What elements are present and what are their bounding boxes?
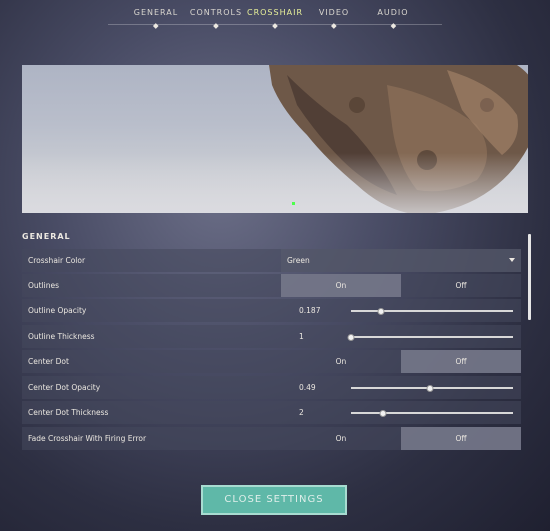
tab-crosshair[interactable]: CROSSHAIR xyxy=(246,8,304,29)
tab-controls[interactable]: CONTROLS xyxy=(189,8,243,29)
fade-crosshair-off-button[interactable]: Off xyxy=(401,427,521,450)
outlines-off-button[interactable]: Off xyxy=(401,274,521,297)
slider-handle[interactable] xyxy=(377,308,385,315)
settings-tab-bar: GENERAL CONTROLS CROSSHAIR VIDEO AUDIO xyxy=(0,0,550,30)
outline-opacity-value: 0.187 xyxy=(299,306,321,315)
setting-row-center-dot-opacity: Center Dot Opacity 0.49 xyxy=(22,376,521,399)
setting-row-center-dot: Center Dot On Off xyxy=(22,350,521,373)
slider-handle[interactable] xyxy=(347,334,355,341)
center-dot-thickness-value: 2 xyxy=(299,408,304,417)
center-dot-on-button[interactable]: On xyxy=(281,350,401,373)
close-settings-button[interactable]: CLOSE SETTINGS xyxy=(201,485,347,515)
section-title-general: GENERAL xyxy=(22,232,71,241)
settings-scrollbar[interactable] xyxy=(528,234,531,320)
tab-indicator-icon xyxy=(153,23,159,29)
outline-opacity-slider[interactable] xyxy=(351,308,513,315)
tab-indicator-icon xyxy=(331,23,337,29)
setting-row-center-dot-thickness: Center Dot Thickness 2 xyxy=(22,401,521,424)
center-dot-opacity-slider[interactable] xyxy=(351,385,513,392)
setting-label: Fade Crosshair With Firing Error xyxy=(28,434,147,443)
center-dot-off-button[interactable]: Off xyxy=(401,350,521,373)
outlines-on-button[interactable]: On xyxy=(281,274,401,297)
fade-crosshair-on-button[interactable]: On xyxy=(281,427,401,450)
tab-indicator-icon xyxy=(390,23,396,29)
setting-row-outline-opacity: Outline Opacity 0.187 xyxy=(22,299,521,322)
tab-audio-label: AUDIO xyxy=(377,8,409,17)
outline-thickness-value: 1 xyxy=(299,332,304,341)
setting-row-outline-thickness: Outline Thickness 1 xyxy=(22,325,521,348)
outline-thickness-slider[interactable] xyxy=(347,334,513,341)
tab-audio[interactable]: AUDIO xyxy=(377,8,409,29)
tab-general-label: GENERAL xyxy=(133,8,179,17)
tab-indicator-icon xyxy=(213,23,219,29)
center-dot-thickness-slider[interactable] xyxy=(351,410,513,417)
tab-general[interactable]: GENERAL xyxy=(133,8,179,29)
setting-label: Outline Thickness xyxy=(28,332,95,341)
tab-video-label: VIDEO xyxy=(318,8,350,17)
crosshair-color-dropdown[interactable]: Green xyxy=(281,249,521,272)
setting-row-outlines: Outlines On Off xyxy=(22,274,521,297)
tab-crosshair-label: CROSSHAIR xyxy=(246,8,304,17)
slider-handle[interactable] xyxy=(379,410,387,417)
setting-label: Outline Opacity xyxy=(28,306,87,315)
tab-controls-label: CONTROLS xyxy=(189,8,243,17)
setting-label: Center Dot Opacity xyxy=(28,383,101,392)
setting-label: Crosshair Color xyxy=(28,256,86,265)
crosshair-preview-icon xyxy=(292,202,295,205)
setting-label: Center Dot xyxy=(28,357,69,366)
slider-handle[interactable] xyxy=(426,385,434,392)
tab-indicator-icon xyxy=(272,23,278,29)
crosshair-preview xyxy=(22,65,528,213)
setting-row-fade-crosshair: Fade Crosshair With Firing Error On Off xyxy=(22,427,521,450)
center-dot-opacity-value: 0.49 xyxy=(299,383,316,392)
chevron-down-icon xyxy=(509,258,515,262)
setting-label: Outlines xyxy=(28,281,60,290)
setting-row-crosshair-color: Crosshair Color Green xyxy=(22,249,521,272)
dropdown-value: Green xyxy=(287,256,310,265)
setting-label: Center Dot Thickness xyxy=(28,408,109,417)
tab-video[interactable]: VIDEO xyxy=(318,8,350,29)
preview-haze xyxy=(22,153,528,213)
